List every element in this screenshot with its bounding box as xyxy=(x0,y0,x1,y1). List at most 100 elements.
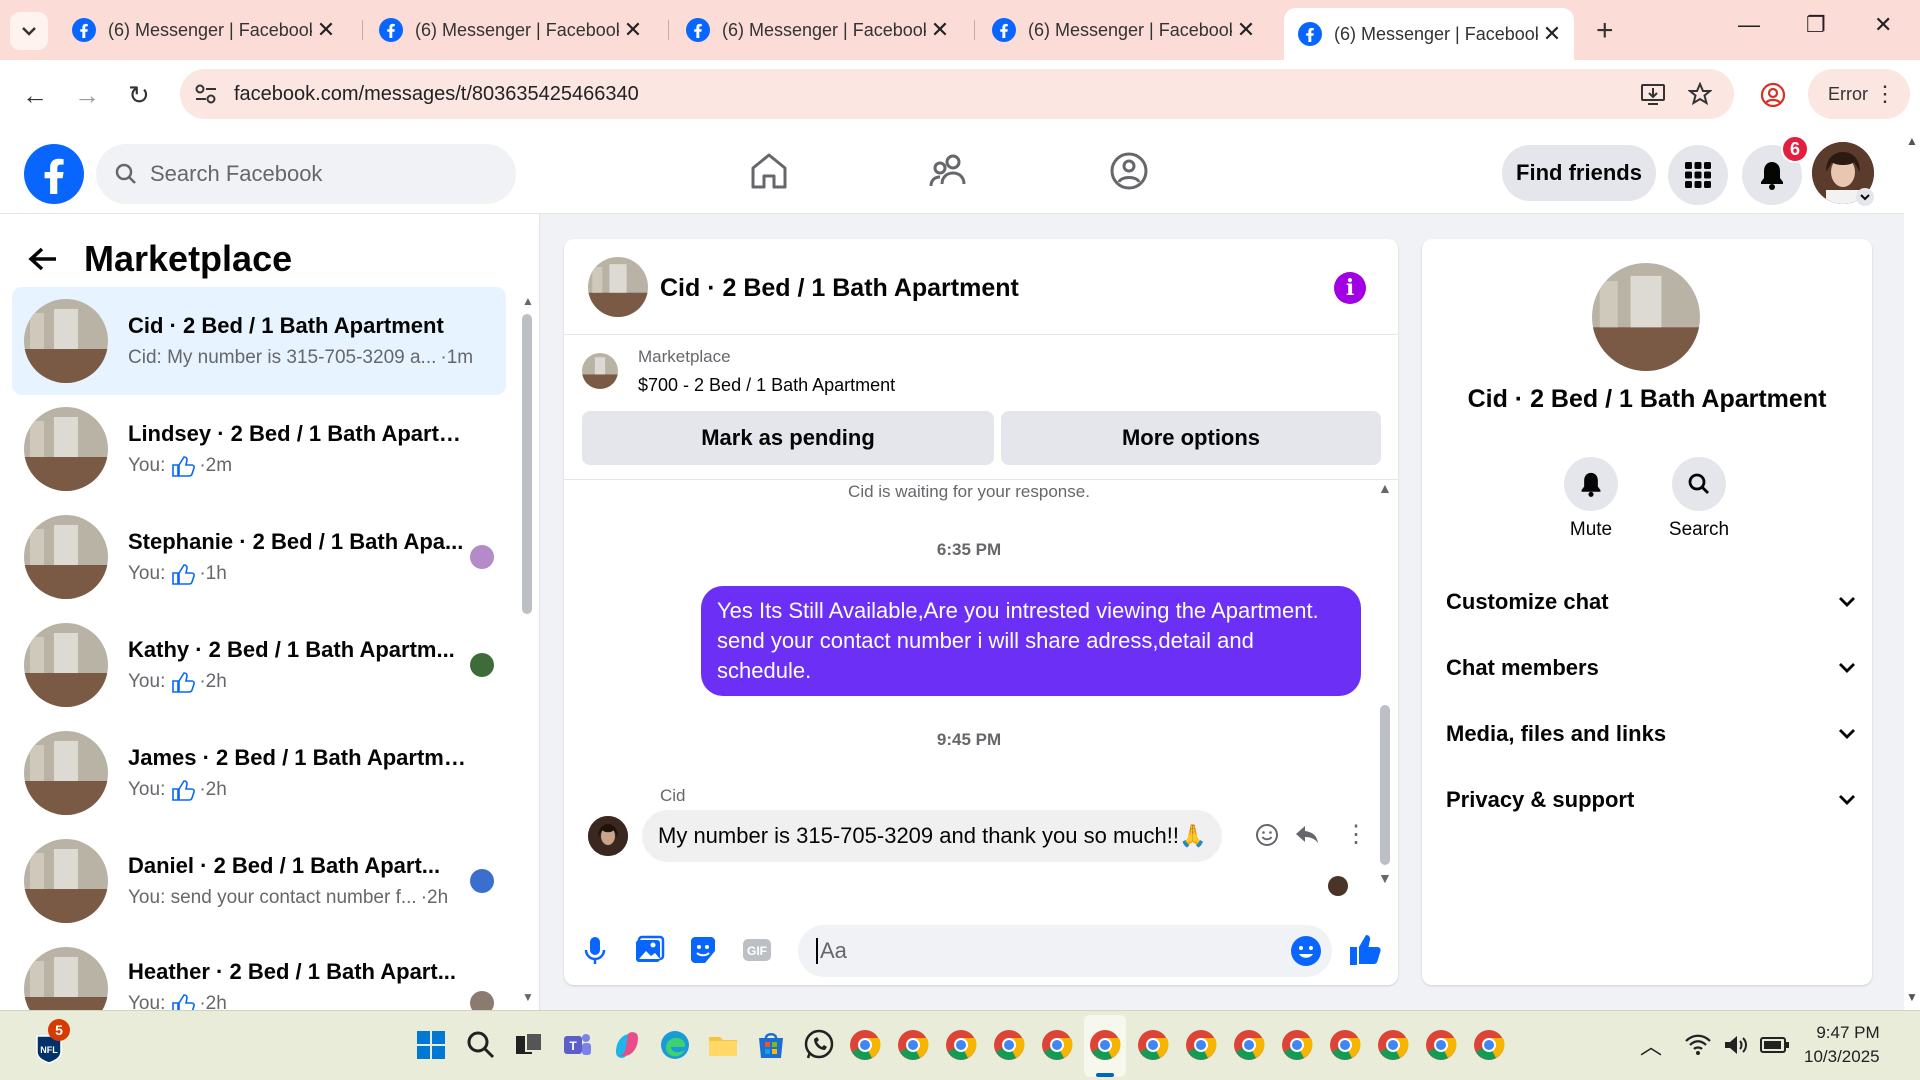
conversation-item[interactable]: Daniel · 2 Bed / 1 Bath Apart... You: se… xyxy=(12,827,506,935)
install-app-icon[interactable] xyxy=(1640,82,1666,106)
browser-tab[interactable]: (6) Messenger | Facebook ✕ xyxy=(58,8,348,52)
site-settings-icon[interactable] xyxy=(194,83,218,105)
sidebar-scrollbar[interactable] xyxy=(522,314,532,614)
chrome-icon[interactable] xyxy=(1184,1028,1218,1062)
chrome-icon[interactable] xyxy=(1040,1028,1074,1062)
mute-button[interactable] xyxy=(1564,457,1618,511)
reload-icon[interactable]: ↻ xyxy=(128,80,150,111)
scroll-down-icon[interactable]: ▼ xyxy=(1906,990,1918,1004)
more-options-button[interactable]: More options xyxy=(1001,411,1381,465)
close-tab-icon[interactable]: ✕ xyxy=(619,17,647,43)
customize-chat-section[interactable]: Customize chat xyxy=(1446,577,1856,627)
thumbs-up-send-icon[interactable] xyxy=(1348,933,1382,967)
chrome-icon[interactable] xyxy=(1328,1028,1362,1062)
whatsapp-icon[interactable] xyxy=(802,1028,836,1062)
chat-scrollbar[interactable] xyxy=(1380,705,1390,865)
bookmark-star-icon[interactable] xyxy=(1688,82,1712,106)
incoming-message[interactable]: My number is 315-705-3209 and thank you … xyxy=(642,810,1223,862)
close-tab-icon[interactable]: ✕ xyxy=(1538,21,1566,47)
account-chevron-icon[interactable] xyxy=(1856,188,1874,206)
windows-start-icon[interactable] xyxy=(414,1028,448,1062)
close-tab-icon[interactable]: ✕ xyxy=(312,17,340,43)
chrome-icon[interactable] xyxy=(944,1028,978,1062)
privacy-support-section[interactable]: Privacy & support xyxy=(1446,775,1856,825)
scroll-up-icon[interactable]: ▲ xyxy=(1378,480,1392,496)
conversation-item[interactable]: Stephanie · 2 Bed / 1 Bath Apa... You: ·1… xyxy=(12,503,506,611)
profile-error-button[interactable]: Error ⋮ xyxy=(1808,69,1910,119)
message-input[interactable]: Aa xyxy=(798,925,1332,977)
chat-avatar[interactable] xyxy=(588,257,648,317)
chat-title[interactable]: Cid · 2 Bed / 1 Bath Apartment xyxy=(660,274,1019,303)
close-window-icon[interactable]: ✕ xyxy=(1874,12,1892,38)
forward-icon[interactable]: → xyxy=(74,80,100,111)
home-icon[interactable] xyxy=(746,148,792,194)
page-scrollbar[interactable]: ▲ ▼ xyxy=(1904,128,1920,1010)
close-tab-icon[interactable]: ✕ xyxy=(1232,17,1260,43)
minimize-window-icon[interactable]: — xyxy=(1738,12,1760,38)
search-icon[interactable] xyxy=(464,1028,498,1062)
friends-icon[interactable] xyxy=(926,148,972,194)
new-tab-button[interactable]: + xyxy=(1596,14,1614,48)
copilot-icon[interactable] xyxy=(610,1028,644,1062)
listing-banner[interactable]: Marketplace $700 - 2 Bed / 1 Bath Apartm… xyxy=(582,347,895,396)
chrome-icon[interactable] xyxy=(896,1028,930,1062)
system-clock[interactable]: 9:47 PM 10/3/2025 xyxy=(1804,1021,1880,1069)
back-arrow-icon[interactable] xyxy=(28,246,58,272)
microphone-icon[interactable] xyxy=(578,933,612,967)
scroll-up-icon[interactable]: ▲ xyxy=(1906,134,1918,148)
browser-tab[interactable]: (6) Messenger | Facebook ✕ xyxy=(672,8,962,52)
conversation-item[interactable]: Cid · 2 Bed / 1 Bath Apartment Cid: My n… xyxy=(12,287,506,395)
groups-icon[interactable] xyxy=(1106,148,1152,194)
conversation-item[interactable]: Kathy · 2 Bed / 1 Bath Apartm... You: ·2h xyxy=(12,611,506,719)
kebab-menu-icon[interactable]: ⋮ xyxy=(1874,81,1896,107)
teams-icon[interactable]: T xyxy=(560,1028,594,1062)
chrome-icon[interactable] xyxy=(1232,1028,1266,1062)
close-tab-icon[interactable]: ✕ xyxy=(926,17,954,43)
more-actions-icon[interactable]: ⋮ xyxy=(1344,820,1368,849)
chrome-icon[interactable] xyxy=(848,1028,882,1062)
chrome-icon[interactable] xyxy=(1376,1028,1410,1062)
restore-window-icon[interactable]: ❐ xyxy=(1806,12,1826,38)
react-emoji-icon[interactable] xyxy=(1254,822,1280,848)
conversation-item[interactable]: James · 2 Bed / 1 Bath Apartment You: ·2h xyxy=(12,719,506,827)
mark-as-pending-button[interactable]: Mark as pending xyxy=(582,411,994,465)
edge-icon[interactable] xyxy=(658,1028,692,1062)
chrome-icon[interactable] xyxy=(992,1028,1026,1062)
profile-account-icon[interactable] xyxy=(1760,82,1786,108)
scroll-down-icon[interactable]: ▼ xyxy=(522,990,534,1004)
scroll-down-icon[interactable]: ▼ xyxy=(1378,870,1392,886)
menu-button[interactable] xyxy=(1668,145,1728,205)
battery-icon[interactable] xyxy=(1760,1035,1790,1055)
show-hidden-icons-chevron-icon[interactable]: ︿ xyxy=(1640,1029,1662,1061)
photo-icon[interactable] xyxy=(632,933,666,967)
file-explorer-icon[interactable] xyxy=(706,1028,740,1062)
find-friends-button[interactable]: Find friends xyxy=(1502,145,1656,201)
outgoing-message[interactable]: Yes Its Still Available,Are you intreste… xyxy=(701,586,1361,696)
back-icon[interactable]: ← xyxy=(22,80,48,111)
microsoft-store-icon[interactable] xyxy=(754,1028,788,1062)
chrome-icon[interactable] xyxy=(1280,1028,1314,1062)
chrome-icon[interactable] xyxy=(1424,1028,1458,1062)
conversation-item[interactable]: Heather · 2 Bed / 1 Bath Apart... You: ·2… xyxy=(12,935,506,1010)
conversation-item[interactable]: Lindsey · 2 Bed / 1 Bath Apartm... You: ·… xyxy=(12,395,506,503)
browser-tab-active[interactable]: (6) Messenger | Facebook ✕ xyxy=(1284,8,1574,60)
browser-tab[interactable]: (6) Messenger | Facebook ✕ xyxy=(365,8,655,52)
facebook-logo-icon[interactable] xyxy=(24,144,84,204)
reply-icon[interactable] xyxy=(1294,822,1320,848)
info-icon[interactable]: i xyxy=(1334,272,1366,304)
search-facebook-input[interactable]: Search Facebook xyxy=(96,144,516,204)
search-conversation-button[interactable] xyxy=(1672,457,1726,511)
chrome-icon[interactable] xyxy=(1136,1028,1170,1062)
tab-search-button[interactable] xyxy=(10,12,48,50)
volume-icon[interactable] xyxy=(1722,1033,1750,1057)
gif-icon[interactable]: GIF xyxy=(740,933,774,967)
chrome-icon[interactable] xyxy=(1472,1028,1506,1062)
wifi-icon[interactable] xyxy=(1684,1033,1712,1057)
task-view-icon[interactable] xyxy=(512,1028,546,1062)
media-files-links-section[interactable]: Media, files and links xyxy=(1446,709,1856,759)
emoji-icon[interactable] xyxy=(1290,935,1322,967)
sticker-icon[interactable] xyxy=(686,933,720,967)
address-bar[interactable]: facebook.com/messages/t/803635425466340 xyxy=(180,69,1734,119)
sender-avatar[interactable] xyxy=(588,816,628,856)
scroll-up-icon[interactable]: ▲ xyxy=(522,294,534,308)
